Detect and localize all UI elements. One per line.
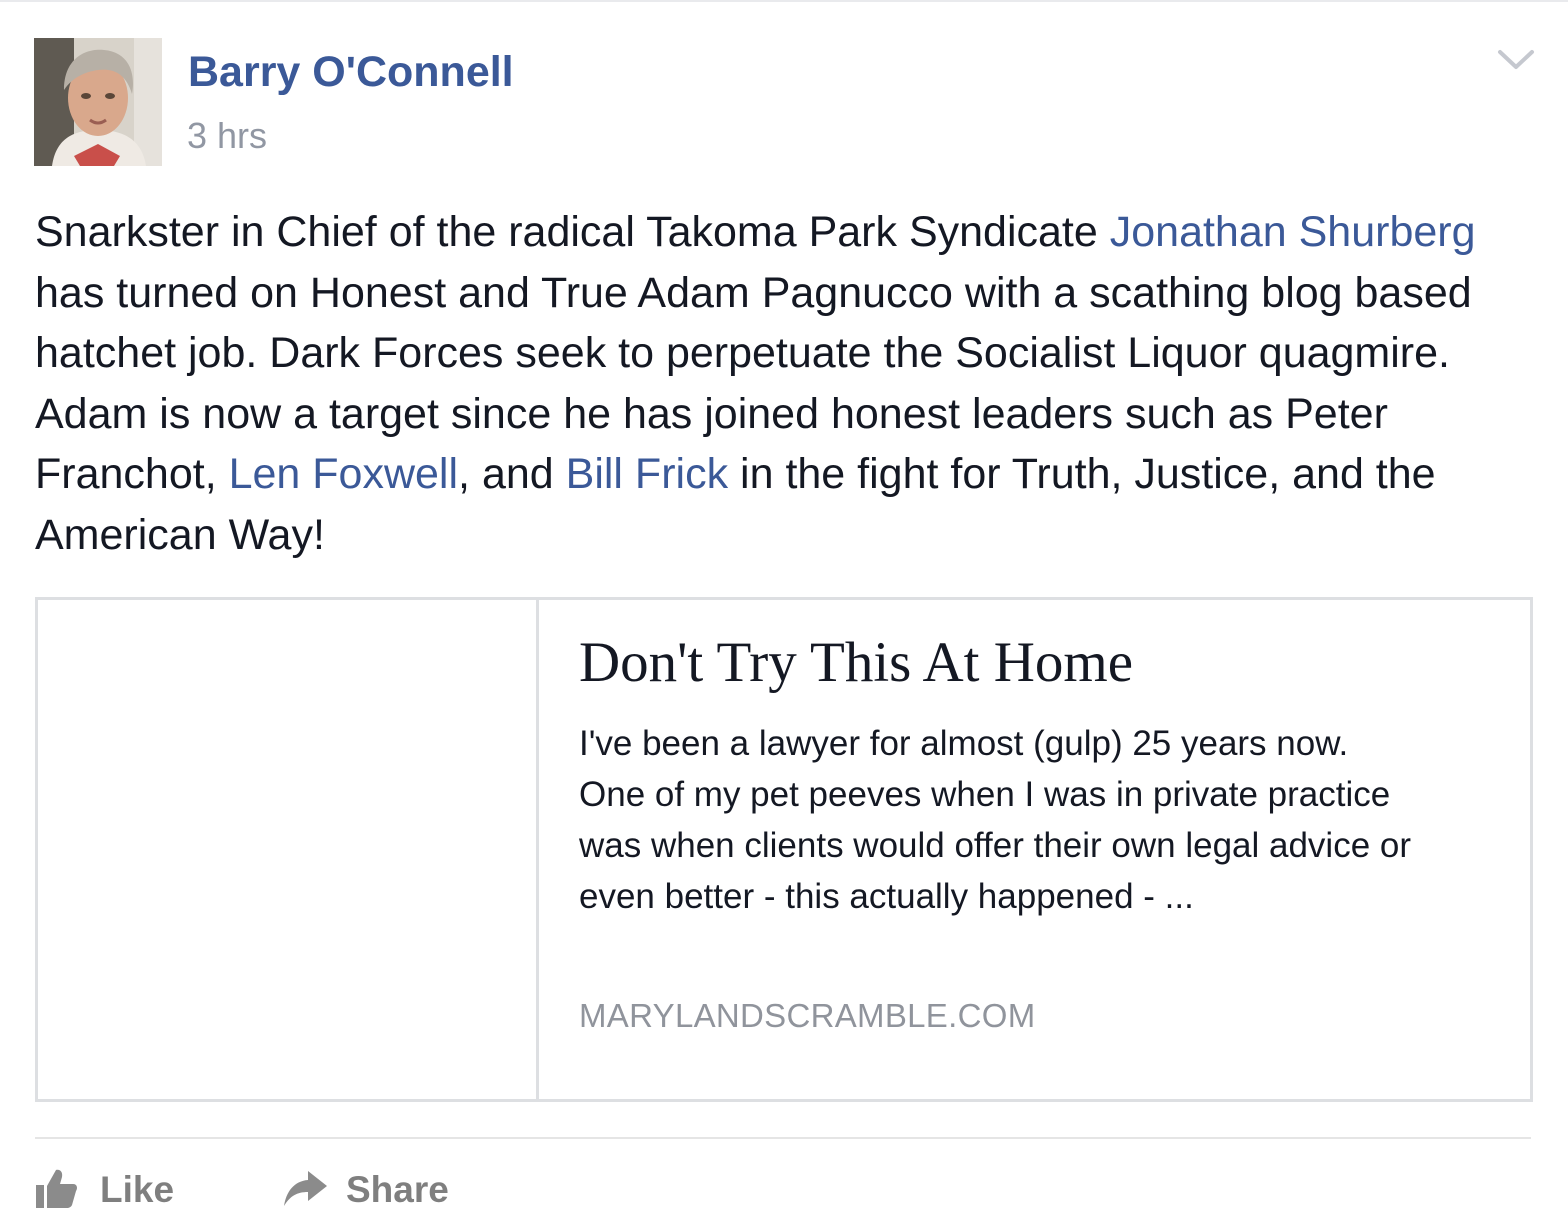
post-text-segment: Adam is now a target since he has joined… bbox=[35, 389, 1388, 438]
post-text-line: has turned on Honest and True Adam Pagnu… bbox=[35, 263, 1535, 324]
post-text-segment: has turned on Honest and True Adam Pagnu… bbox=[35, 268, 1472, 317]
link-preview-title[interactable]: Don't Try This At Home bbox=[579, 630, 1133, 695]
post-timestamp[interactable]: 3 hrs bbox=[187, 115, 267, 157]
description-line: One of my pet peeves when I was in priva… bbox=[579, 775, 1391, 814]
mention-link[interactable]: Len Foxwell bbox=[229, 450, 458, 498]
actions-divider bbox=[35, 1137, 1531, 1139]
description-line: I've been a lawyer for almost (gulp) 25 … bbox=[579, 724, 1349, 763]
post-text-line: Snarkster in Chief of the radical Takoma… bbox=[35, 202, 1535, 263]
author-name[interactable]: Barry O'Connell bbox=[188, 48, 514, 97]
description-line: even better - this actually happened - .… bbox=[579, 877, 1194, 916]
post-text-segment: Snarkster in Chief of the radical Takoma… bbox=[35, 208, 1110, 256]
post-text-line: American Way! bbox=[35, 505, 1535, 566]
post-text-segment: , and bbox=[458, 450, 566, 498]
thumbs-up-icon bbox=[34, 1166, 78, 1215]
post-text-segment: American Way! bbox=[35, 510, 325, 559]
share-arrow-icon bbox=[282, 1168, 328, 1213]
like-label: Like bbox=[100, 1169, 175, 1210]
share-button[interactable]: Share bbox=[282, 1162, 449, 1218]
post-text-line: hatchet job. Dark Forces seek to perpetu… bbox=[35, 323, 1535, 384]
post-text: Snarkster in Chief of the radical Takoma… bbox=[35, 202, 1535, 565]
chevron-down-icon[interactable] bbox=[1494, 42, 1538, 78]
post-text-segment: in the fight for Truth, Justice, and the bbox=[728, 450, 1436, 498]
post-text-line: Adam is now a target since he has joined… bbox=[35, 384, 1535, 445]
link-preview-description: I've been a lawyer for almost (gulp) 25 … bbox=[579, 718, 1509, 922]
top-border bbox=[0, 0, 1568, 2]
avatar-photo bbox=[34, 38, 162, 166]
link-preview-image[interactable] bbox=[38, 600, 539, 1099]
mention-link[interactable]: Jonathan Shurberg bbox=[1110, 208, 1476, 256]
avatar[interactable] bbox=[34, 38, 162, 166]
share-label: Share bbox=[346, 1169, 449, 1210]
mention-link[interactable]: Bill Frick bbox=[566, 450, 728, 498]
description-line: was when clients would offer their own l… bbox=[579, 826, 1412, 865]
post-text-line: Franchot, Len Foxwell, and Bill Frick in… bbox=[35, 444, 1535, 505]
link-preview-card[interactable]: Don't Try This At Home I've been a lawye… bbox=[35, 597, 1533, 1102]
post-text-segment: hatchet job. Dark Forces seek to perpetu… bbox=[35, 329, 1450, 377]
link-preview-domain: MARYLANDSCRAMBLE.COM bbox=[579, 997, 1036, 1034]
like-button[interactable]: Like bbox=[34, 1162, 174, 1218]
post-text-segment: Franchot, bbox=[35, 450, 229, 498]
